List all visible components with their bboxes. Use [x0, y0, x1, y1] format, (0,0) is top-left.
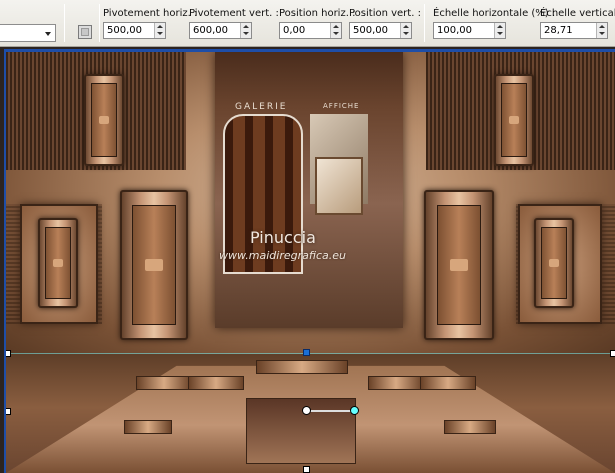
reflected-photo [246, 398, 356, 464]
up-arrow-icon [497, 25, 503, 28]
decor-panel [38, 218, 78, 308]
pivot-node[interactable] [302, 406, 311, 415]
scale-horizontal-value: 100,00 [437, 25, 472, 36]
position-horizontal-value: 0,00 [283, 25, 306, 36]
up-arrow-icon [333, 25, 339, 28]
scale-horizontal-input[interactable]: 100,00 [433, 22, 506, 39]
rotation-node[interactable] [350, 406, 359, 415]
decor-panel [120, 190, 188, 340]
position-vertical-label: Position vert. : [349, 8, 421, 19]
rooster-poster [315, 157, 363, 215]
decor-panel [84, 74, 124, 166]
deform-bounding-line [6, 353, 615, 354]
down-arrow-icon [157, 32, 163, 35]
down-arrow-icon [333, 32, 339, 35]
floor-tile [124, 420, 172, 434]
perspective-layer[interactable] [6, 354, 615, 473]
decor-panel [424, 190, 494, 340]
scale-vertical-label: Échelle verticale ( [540, 8, 615, 19]
image-canvas[interactable]: GALERIE AFFICHE Pinuccia www.maidiregraf… [6, 52, 615, 473]
position-horizontal-input[interactable]: 0,00 [279, 22, 342, 39]
watermark-name: Pinuccia [250, 228, 316, 247]
scale-vertical-stepper[interactable] [596, 23, 607, 38]
down-arrow-icon [599, 32, 605, 35]
rotation-bar [306, 410, 356, 412]
pivot-horizontal-input[interactable]: 500,00 [103, 22, 166, 39]
galerie-sign: GALERIE [235, 102, 288, 112]
deform-handle[interactable] [6, 408, 11, 415]
deform-handle[interactable] [6, 350, 11, 357]
up-arrow-icon [599, 25, 605, 28]
position-vertical-input[interactable]: 500,00 [349, 22, 412, 39]
scale-vertical-value: 28,71 [544, 25, 573, 36]
transform-mode-icon[interactable] [75, 22, 95, 42]
up-arrow-icon [243, 25, 249, 28]
toolbar-separator [424, 4, 425, 42]
down-arrow-icon [243, 32, 249, 35]
mode-frame-inner [81, 28, 89, 36]
chevron-down-icon [45, 32, 51, 36]
scale-horizontal-stepper[interactable] [494, 23, 505, 38]
pivot-horizontal-stepper[interactable] [154, 23, 165, 38]
options-toolbar: Pivotement horiz. : 500,00 Pivotement ve… [0, 0, 615, 47]
position-horizontal-label: Position horiz. : [279, 8, 356, 19]
up-arrow-icon [157, 25, 163, 28]
upper-layer: GALERIE AFFICHE Pinuccia www.maidiregraf… [6, 52, 615, 354]
preset-dropdown[interactable] [0, 24, 56, 42]
position-vertical-value: 500,00 [353, 25, 388, 36]
pivot-horizontal-value: 500,00 [107, 25, 142, 36]
pivot-horizontal-label: Pivotement horiz. : [103, 8, 198, 19]
pivot-vertical-input[interactable]: 600,00 [189, 22, 252, 39]
scale-vertical-input[interactable]: 28,71 [540, 22, 608, 39]
floor-tile [444, 420, 496, 434]
watermark-url: www.maidiregrafica.eu [219, 249, 346, 262]
down-arrow-icon [403, 32, 409, 35]
deform-handle[interactable] [610, 350, 615, 357]
pivot-vertical-label: Pivotement vert. : [189, 8, 279, 19]
position-horizontal-stepper[interactable] [330, 23, 341, 38]
position-vertical-stepper[interactable] [400, 23, 411, 38]
floor-tile [256, 360, 348, 374]
pivot-vertical-stepper[interactable] [240, 23, 251, 38]
toolbar-separator [99, 4, 100, 42]
floor-tile [136, 376, 192, 390]
floor-tile [188, 376, 244, 390]
toolbar-separator [64, 4, 65, 42]
pivot-vertical-value: 600,00 [193, 25, 228, 36]
floor-tile [368, 376, 424, 390]
floor-tile [420, 376, 476, 390]
deform-handle-top[interactable] [303, 349, 310, 356]
affiche-sign: AFFICHE [323, 102, 360, 110]
down-arrow-icon [497, 32, 503, 35]
decor-panel [494, 74, 534, 166]
deform-handle[interactable] [303, 466, 310, 473]
gallery-photo: GALERIE AFFICHE [215, 52, 403, 328]
up-arrow-icon [403, 25, 409, 28]
decor-panel [534, 218, 574, 308]
scale-horizontal-label: Échelle horizontale (%) : [433, 8, 556, 19]
